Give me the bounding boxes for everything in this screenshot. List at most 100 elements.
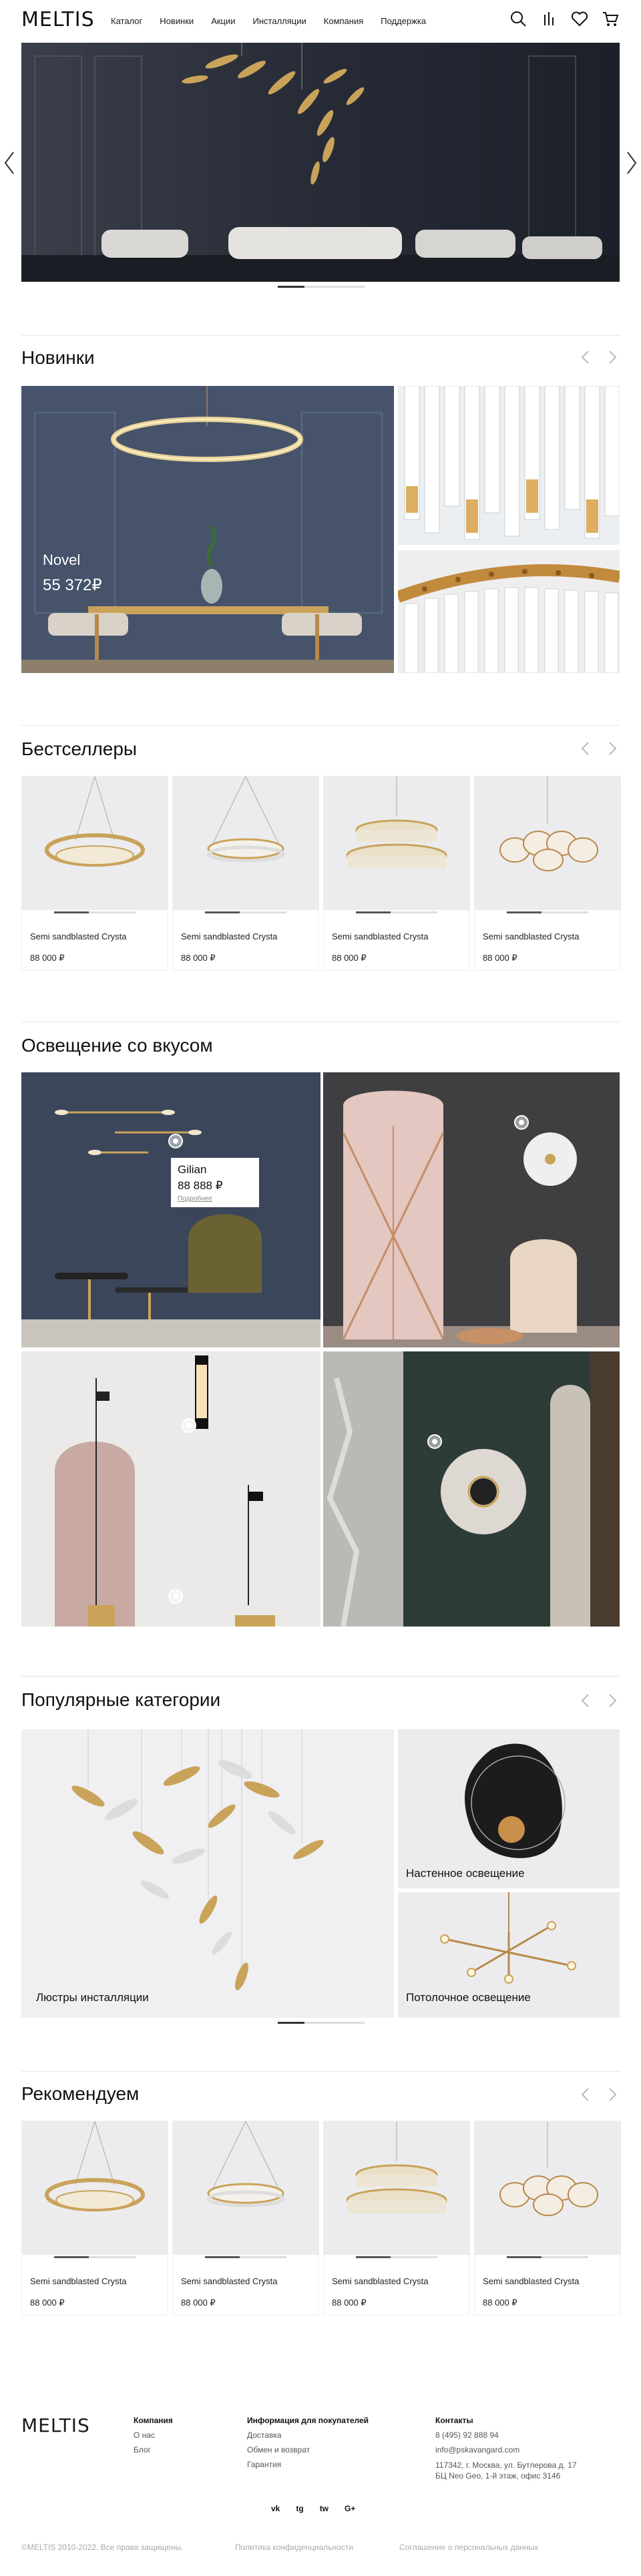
hotspot-dot[interactable] [168,1134,183,1148]
search-icon[interactable] [509,9,527,28]
product-title: Semi sandblasted Crysta [181,2276,278,2286]
footer-company-title: Компания [134,2416,173,2425]
nav-installations[interactable]: Инсталляции [253,16,306,26]
section-title-categories: Популярные категории [21,1689,221,1710]
heart-icon[interactable] [570,9,589,28]
product-card[interactable]: Semi sandblasted Crysta 88 000 ₽ [474,2121,621,2316]
footer-phone[interactable]: 8 (495) 92 888 94 [435,2428,577,2442]
hotspot-dot[interactable] [168,1589,183,1604]
footer-link-about[interactable]: О нас [134,2428,173,2442]
prev-arrow-icon[interactable] [578,2087,593,2102]
tooltip-more-link[interactable]: Подробнее [178,1195,252,1203]
product-price: 88 000 ₽ [181,953,216,963]
product-image [22,777,168,910]
footer-link-delivery[interactable]: Доставка [247,2428,369,2442]
product-card[interactable]: Semi sandblasted Crysta 88 000 ₽ [21,2121,168,2316]
product-card[interactable]: Semi sandblasted Crysta 88 000 ₽ [172,2121,319,2316]
copyright: ©MELTIS 2010-2022. Все права защищены. [21,2543,184,2552]
footer-email[interactable]: info@pskavangard.com [435,2442,577,2457]
product-title: Semi sandblasted Crysta [332,931,429,941]
hero-prev-arrow[interactable] [3,151,16,175]
hotspot-dot[interactable] [427,1434,442,1449]
image-pager[interactable] [356,2256,437,2258]
prev-arrow-icon[interactable] [578,1693,593,1708]
nav-new[interactable]: Новинки [160,16,194,26]
nav-sales[interactable]: Акции [211,16,235,26]
next-arrow-icon[interactable] [605,2087,620,2102]
nav-catalog[interactable]: Каталог [111,16,142,26]
prev-arrow-icon[interactable] [578,350,593,365]
product-image [173,777,319,910]
product-card[interactable]: Semi sandblasted Crysta 88 000 ₽ [474,776,621,971]
image-pager[interactable] [54,911,136,913]
telegram-icon[interactable]: tg [296,2504,303,2513]
image-pager[interactable] [205,2256,286,2258]
hero-next-arrow[interactable] [625,151,638,175]
twitter-icon[interactable]: tw [320,2504,329,2513]
footer-address-line1: 117342, г. Москва, ул. Бутлерова д. 17 [435,2460,577,2470]
hotspot-dot[interactable] [514,1115,529,1130]
footer-link-blog[interactable]: Блог [134,2442,173,2457]
section-title-bestsellers: Бестселлеры [21,738,138,759]
category-wall[interactable] [398,1729,620,1888]
prev-arrow-icon[interactable] [578,741,593,756]
categories-slider-arrows [578,1693,620,1708]
footer-logo[interactable]: MELTIS [21,2414,90,2436]
section-title-recommend: Рекомендуем [21,2083,140,2104]
hero-pager[interactable] [278,286,365,288]
category-label-wall: Настенное освещение [406,1867,525,1880]
product-card[interactable]: Semi sandblasted Crysta 88 000 ₽ [172,776,319,971]
interior-image-2[interactable] [323,1072,620,1347]
hero-image [21,43,620,282]
divider [21,725,620,726]
interior-image-1[interactable] [21,1072,320,1347]
footer-link-returns[interactable]: Обмен и возврат [247,2442,369,2457]
product-tooltip[interactable]: Gilian 88 888 ₽ Подробнее [171,1158,259,1207]
product-card[interactable]: Semi sandblasted Crysta 88 000 ₽ [323,2121,470,2316]
new-slider-arrows [578,350,620,365]
nav-support[interactable]: Поддержка [381,16,426,26]
next-arrow-icon[interactable] [605,350,620,365]
divider [21,2071,620,2072]
new-crystal-image-2[interactable] [398,550,620,673]
hero-banner[interactable] [21,43,620,282]
image-pager[interactable] [507,911,588,913]
footer-link-warranty[interactable]: Гарантия [247,2457,369,2472]
product-title: Semi sandblasted Crysta [30,2276,127,2286]
product-image [475,777,621,910]
hotspot-dot[interactable] [182,1418,196,1433]
product-card[interactable]: Semi sandblasted Crysta 88 000 ₽ [21,776,168,971]
next-arrow-icon[interactable] [605,741,620,756]
novel-product-image[interactable] [21,386,394,673]
compare-icon[interactable] [540,9,558,28]
tooltip-price: 88 888 ₽ [178,1179,223,1192]
footer-buyers-title: Информация для покупателей [247,2416,369,2425]
interior-image-4[interactable] [323,1351,620,1627]
product-price: 88 000 ₽ [332,953,367,963]
vk-icon[interactable]: vk [271,2504,280,2513]
category-chandeliers[interactable] [21,1729,394,2018]
new-crystal-image-1[interactable] [398,386,620,545]
google-plus-icon[interactable]: G+ [345,2504,355,2513]
cart-icon[interactable] [601,9,620,28]
product-title: Semi sandblasted Crysta [30,931,127,941]
categories-pager[interactable] [278,2022,365,2024]
section-title-new: Новинки [21,347,95,368]
section-title-taste: Освещение со вкусом [21,1035,213,1056]
recommend-slider-arrows [578,2087,620,2102]
image-pager[interactable] [54,2256,136,2258]
novel-name: Novel [43,552,81,568]
privacy-link[interactable]: Политика конфиденциальности [235,2543,353,2552]
interior-image-3[interactable] [21,1351,320,1627]
image-pager[interactable] [507,2256,588,2258]
image-pager[interactable] [356,911,437,913]
nav-company[interactable]: Компания [324,16,364,26]
product-card[interactable]: Semi sandblasted Crysta 88 000 ₽ [323,776,470,971]
image-pager[interactable] [205,911,286,913]
consent-link[interactable]: Соглашение о персональных данных [399,2543,538,2552]
logo[interactable]: MELTIS [21,8,95,31]
product-image [324,2121,470,2255]
footer-contacts: Контакты 8 (495) 92 888 94 info@pskavang… [435,2413,577,2481]
footer-buyers: Информация для покупателей Доставка Обме… [247,2413,369,2472]
next-arrow-icon[interactable] [605,1693,620,1708]
